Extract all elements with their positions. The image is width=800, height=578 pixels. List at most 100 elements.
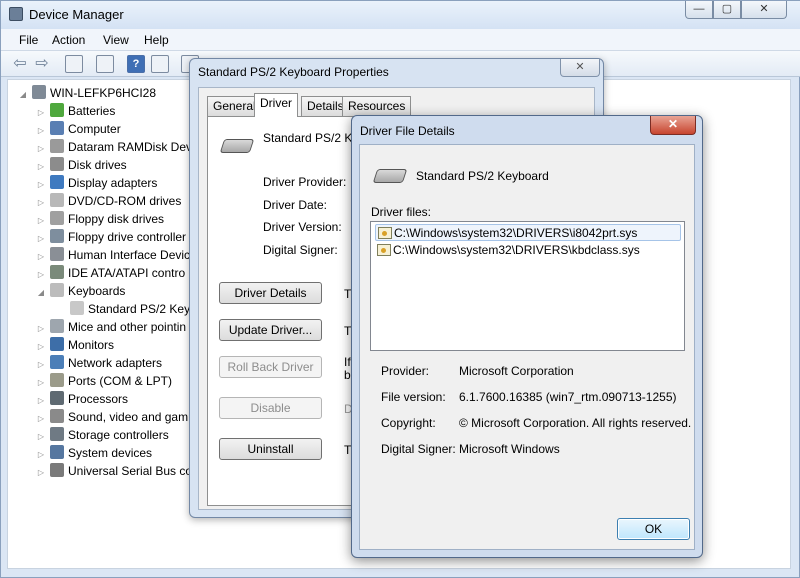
storage-controller-icon [50,427,64,441]
maximize-button[interactable]: ▢ [713,1,741,19]
tree-item-ide-ata[interactable]: ▷ IDE ATA/ATAPI contro [36,264,185,282]
tree-item-ports[interactable]: ▷ Ports (COM & LPT) [36,372,172,390]
tree-root[interactable]: ◢ WIN-LEFKP6HCI28 [18,84,156,102]
minimize-button[interactable]: — [685,1,713,19]
tree-item-computer[interactable]: ▷ Computer [36,120,121,138]
display-adapter-icon [50,175,64,189]
device-name: Standard PS/2 Keyboard [416,169,549,183]
tree-item-usb[interactable]: ▷ Universal Serial Bus co [36,462,192,480]
tree-item-hid[interactable]: ▷ Human Interface Devic [36,246,190,264]
keyboard-icon [219,139,255,153]
dialog-title: Driver File Details [360,124,455,138]
keyboard-icon [50,283,64,297]
tree-item-ramdisk[interactable]: ▷ Dataram RAMDisk Dev [36,138,192,156]
window-title: Device Manager [29,7,124,22]
list-item[interactable]: C:\Windows\system32\DRIVERS\kbdclass.sys [375,242,681,259]
driver-date-label: Driver Date: [263,198,328,212]
tree-item-ps2-keyboard[interactable]: Standard PS/2 Keyb [56,300,197,318]
driver-details-button[interactable]: Driver Details [219,282,322,304]
battery-icon [50,103,64,117]
driver-file-icon [377,244,391,256]
tree-item-dvd-drives[interactable]: ▷ DVD/CD-ROM drives [36,192,181,210]
dialog-title: Standard PS/2 Keyboard Properties [198,65,389,79]
file-version-label: File version: [381,390,446,404]
collapse-icon[interactable]: ◢ [36,284,46,302]
roll-back-driver-button[interactable]: Roll Back Driver [219,356,322,378]
tab-driver[interactable]: Driver [254,93,298,117]
expand-icon[interactable]: ▷ [36,464,46,482]
tab-resources[interactable]: Resources [342,96,412,116]
ide-controller-icon [50,265,64,279]
copyright-label: Copyright: [381,416,436,430]
monitor-icon [50,337,64,351]
menu-file[interactable]: File [19,33,38,47]
tree-item-network-adapters[interactable]: ▷ Network adapters [36,354,162,372]
tree-item-disk-drives[interactable]: ▷ Disk drives [36,156,127,174]
tree-item-floppy-disk-drives[interactable]: ▷ Floppy disk drives [36,210,164,228]
digital-signer-label: Digital Signer: [263,243,338,257]
usb-icon [50,463,64,477]
mouse-icon [50,319,64,333]
tree-item-storage-controllers[interactable]: ▷ Storage controllers [36,426,169,444]
description-fragment: If [344,355,351,369]
controller-icon [50,229,64,243]
tree-item-mice[interactable]: ▷ Mice and other pointin [36,318,186,336]
description-fragment: b [344,368,351,382]
forward-arrow-icon[interactable]: ⇨ [33,55,51,73]
back-arrow-icon[interactable]: ⇦ [11,55,29,73]
speaker-icon [50,409,64,423]
disk-drive-icon [50,157,64,171]
driver-file-icon [378,227,392,239]
tree-item-system-devices[interactable]: ▷ System devices [36,444,152,462]
menu-bar: File Action View Help [1,29,800,51]
device-name: Standard PS/2 Ke [263,131,360,145]
properties-icon[interactable] [96,55,114,73]
dvd-drive-icon [50,193,64,207]
floppy-drive-icon [50,211,64,225]
digital-signer-label: Digital Signer: [381,442,456,456]
ok-button[interactable]: OK [617,518,690,540]
tree-item-monitors[interactable]: ▷ Monitors [36,336,114,354]
list-item[interactable]: C:\Windows\system32\DRIVERS\i8042prt.sys [375,224,681,241]
show-hide-console-tree-icon[interactable] [65,55,83,73]
tree-item-keyboards[interactable]: ◢ Keyboards [36,282,125,300]
update-driver-button[interactable]: Update Driver... [219,319,322,341]
close-button[interactable]: ✕ [560,59,600,77]
uninstall-button[interactable]: Uninstall [219,438,322,460]
driver-provider-label: Driver Provider: [263,175,347,189]
system-device-icon [50,445,64,459]
provider-label: Provider: [381,364,430,378]
tree-item-floppy-controllers[interactable]: ▷ Floppy drive controller [36,228,186,246]
driver-files-list[interactable]: C:\Windows\system32\DRIVERS\i8042prt.sys… [370,221,685,351]
provider-value: Microsoft Corporation [459,364,574,378]
ramdisk-icon [50,139,64,153]
keyboard-icon [70,301,84,315]
tree-item-display-adapters[interactable]: ▷ Display adapters [36,174,157,192]
copyright-value: © Microsoft Corporation. All rights rese… [459,416,692,430]
action-pane-icon[interactable] [151,55,169,73]
tree-item-batteries[interactable]: ▷ Batteries [36,102,115,120]
tree-item-processors[interactable]: ▷ Processors [36,390,128,408]
driver-files-label: Driver files: [371,205,432,219]
collapse-icon[interactable]: ◢ [18,86,28,104]
close-button[interactable]: ✕ [650,116,696,135]
menu-action[interactable]: Action [52,33,85,47]
digital-signer-value: Microsoft Windows [459,442,560,456]
title-bar: Device Manager — ▢ ✕ [1,1,800,29]
network-adapter-icon [50,355,64,369]
menu-view[interactable]: View [103,33,129,47]
help-icon[interactable]: ? [127,55,145,73]
keyboard-icon [372,169,408,183]
driver-file-details-dialog: Driver File Details ✕ Standard PS/2 Keyb… [351,115,703,558]
menu-help[interactable]: Help [144,33,169,47]
hid-icon [50,247,64,261]
tree-item-sound[interactable]: ▷ Sound, video and gam [36,408,188,426]
processor-icon [50,391,64,405]
close-button[interactable]: ✕ [741,1,787,19]
file-version-value: 6.1.7600.16385 (win7_rtm.090713-1255) [459,390,677,404]
computer-icon [50,121,64,135]
disable-button[interactable]: Disable [219,397,322,419]
computer-icon [32,85,46,99]
port-icon [50,373,64,387]
driver-version-label: Driver Version: [263,220,342,234]
